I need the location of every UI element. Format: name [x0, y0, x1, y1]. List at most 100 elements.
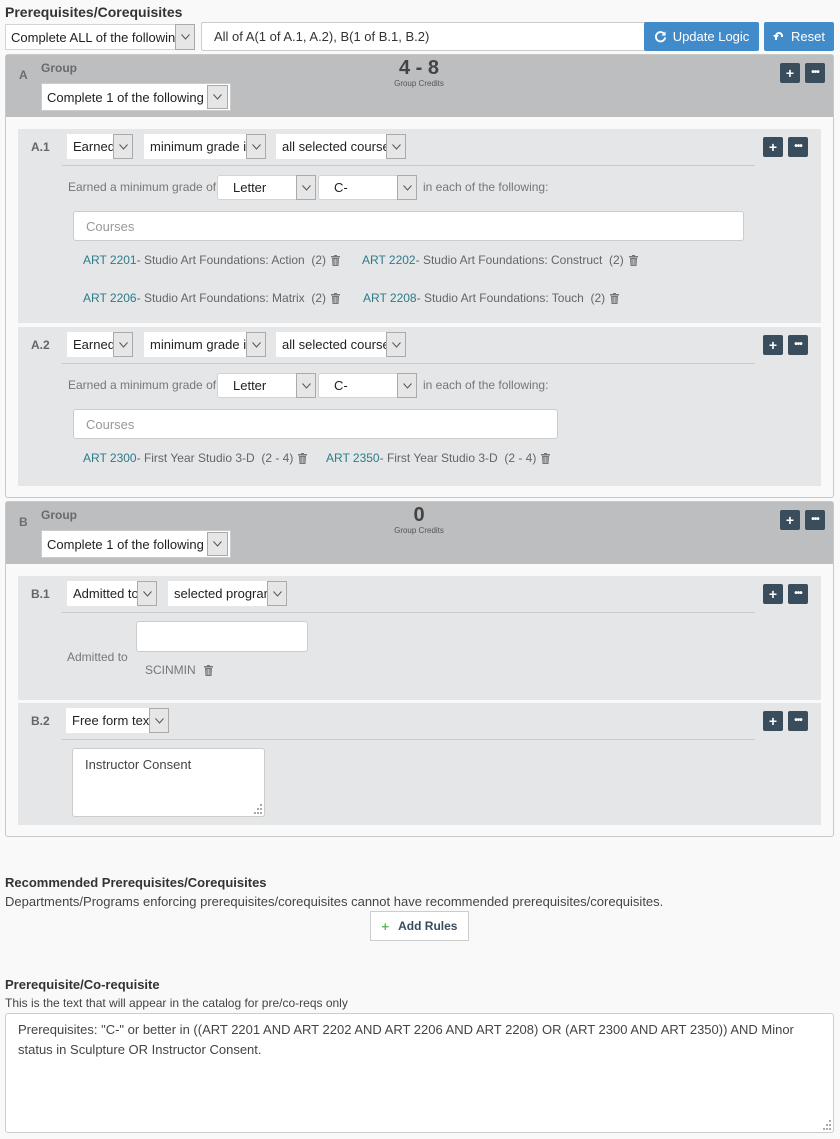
- plus-icon: +: [768, 139, 778, 155]
- chevron-down-icon: [207, 532, 228, 556]
- rule-a2-id: A.2: [31, 338, 50, 352]
- rule-b1-more-button[interactable]: •••: [788, 584, 808, 604]
- rule-a1-courses-input[interactable]: Courses: [73, 211, 744, 241]
- course-title: - First Year Studio 3-D: [379, 451, 498, 465]
- course-item: ART 2350 - First Year Studio 3-D (2 - 4): [326, 451, 551, 465]
- rule-a2-grade-suffix: in each of the following:: [423, 378, 549, 392]
- trash-icon[interactable]: [331, 254, 341, 266]
- trash-icon[interactable]: [541, 452, 551, 464]
- update-logic-label: Update Logic: [672, 29, 750, 44]
- catalog-text-area[interactable]: Prerequisites: "C-" or better in ((ART 2…: [5, 1013, 834, 1133]
- rule-a1-grade-type-select[interactable]: Letter: [217, 175, 316, 200]
- course-code-link[interactable]: ART 2300: [83, 451, 137, 465]
- rule-a2-scope-select[interactable]: all selected courses: [276, 332, 406, 357]
- group-a-title: Group: [41, 61, 77, 75]
- logic-text-input[interactable]: All of A(1 of A.1, A.2), B(1 of B.1, B.2…: [201, 22, 646, 51]
- chevron-down-icon: [113, 134, 133, 159]
- rule-a1-condition-select[interactable]: minimum grade in: [144, 134, 266, 159]
- group-b-credits: 0: [413, 504, 425, 526]
- group-a-select-value: Complete 1 of the following: [47, 89, 204, 105]
- group-b-more-button[interactable]: •••: [805, 510, 825, 530]
- course-title: - Studio Art Foundations: Construct: [415, 253, 603, 267]
- trash-icon[interactable]: [331, 292, 341, 304]
- refresh-icon: [654, 31, 666, 43]
- add-rules-label: Add Rules: [398, 919, 458, 933]
- chevron-down-icon: [397, 175, 417, 200]
- course-credits: (2): [311, 291, 327, 305]
- courses-placeholder: Courses: [86, 416, 135, 432]
- trash-icon[interactable]: [610, 292, 620, 304]
- rule-a1-type-select[interactable]: Earned: [67, 134, 133, 159]
- rule-b2-type-select[interactable]: Free form text: [66, 708, 169, 733]
- group-b-select[interactable]: Complete 1 of the following: [41, 530, 231, 558]
- rule-b1-condition-select[interactable]: selected program: [168, 581, 287, 606]
- plus-icon: +: [785, 65, 795, 81]
- rule-a1-grade-value: C-: [334, 180, 348, 195]
- rule-b1-add-button[interactable]: +: [763, 584, 783, 604]
- course-code-link[interactable]: ART 2202: [362, 253, 416, 267]
- rule-b1-id: B.1: [31, 587, 50, 601]
- group-a-more-button[interactable]: •••: [805, 63, 825, 83]
- plus-icon: +: [768, 337, 778, 353]
- divider: [62, 739, 755, 740]
- rule-b1-type-select[interactable]: Admitted to: [67, 581, 157, 606]
- group-a-select[interactable]: Complete 1 of the following: [41, 83, 231, 111]
- rule-a2-grade-type-value: Letter: [233, 378, 267, 393]
- ellipsis-icon: •••: [794, 588, 802, 599]
- rule-b2-add-button[interactable]: +: [763, 711, 783, 731]
- course-code-link[interactable]: ART 2350: [326, 451, 380, 465]
- chevron-down-icon: [149, 708, 169, 733]
- rule-b2-text-area[interactable]: Instructor Consent: [72, 748, 265, 817]
- rule-a1-more-button[interactable]: •••: [788, 137, 808, 157]
- group-b-add-button[interactable]: +: [780, 510, 800, 530]
- course-code-link[interactable]: ART 2208: [363, 291, 417, 305]
- course-item: ART 2202 - Studio Art Foundations: Const…: [362, 253, 638, 267]
- rule-b2-id: B.2: [31, 714, 50, 728]
- trash-icon[interactable]: [628, 254, 638, 266]
- logic-select[interactable]: Complete ALL of the following: [5, 24, 195, 50]
- rule-a1-scope-select[interactable]: all selected courses: [276, 134, 406, 159]
- ellipsis-icon: •••: [794, 141, 802, 152]
- resize-handle-icon[interactable]: [252, 804, 262, 814]
- course-item: ART 2201 - Studio Art Foundations: Actio…: [83, 253, 341, 267]
- plus-icon: +: [381, 918, 390, 934]
- chevron-down-icon: [246, 332, 266, 357]
- plus-icon: +: [768, 586, 778, 602]
- reset-button[interactable]: Reset: [764, 22, 834, 51]
- group-b-credits-label: Group Credits: [394, 526, 444, 535]
- course-code-link[interactable]: ART 2201: [83, 253, 137, 267]
- recommended-note: Departments/Programs enforcing prerequis…: [5, 894, 664, 909]
- add-rules-button[interactable]: + Add Rules: [370, 911, 469, 941]
- rule-a1-grade-suffix: in each of the following:: [423, 180, 549, 194]
- group-a-id: A: [19, 68, 28, 82]
- program-item: SCINMIN: [145, 663, 213, 677]
- rule-a1-grade-prefix: Earned a minimum grade of: [68, 180, 217, 194]
- rule-a2-add-button[interactable]: +: [763, 335, 783, 355]
- trash-icon[interactable]: [203, 664, 213, 676]
- rule-a2-more-button[interactable]: •••: [788, 335, 808, 355]
- rule-a2-condition-select[interactable]: minimum grade in: [144, 332, 266, 357]
- resize-handle-icon[interactable]: [821, 1120, 831, 1130]
- group-a-add-button[interactable]: +: [780, 63, 800, 83]
- rule-b2-more-button[interactable]: •••: [788, 711, 808, 731]
- course-item: ART 2300 - First Year Studio 3-D (2 - 4): [83, 451, 308, 465]
- rule-a1-condition-value: minimum grade in: [150, 139, 254, 154]
- catalog-text: Prerequisites: "C-" or better in ((ART 2…: [18, 1022, 794, 1057]
- divider: [62, 165, 755, 166]
- rule-a2-courses-input[interactable]: Courses: [73, 409, 558, 439]
- rule-a2-type-select[interactable]: Earned: [67, 332, 133, 357]
- course-title: - Studio Art Foundations: Touch: [416, 291, 584, 305]
- course-code-link[interactable]: ART 2206: [83, 291, 137, 305]
- chevron-down-icon: [113, 332, 133, 357]
- rule-a1-add-button[interactable]: +: [763, 137, 783, 157]
- rule-a2-grade-value-select[interactable]: C-: [318, 373, 417, 398]
- rule-a2-grade-type-select[interactable]: Letter: [217, 373, 316, 398]
- course-credits: (2): [590, 291, 606, 305]
- update-logic-button[interactable]: Update Logic: [644, 22, 759, 51]
- rule-a1-grade-value-select[interactable]: C-: [318, 175, 417, 200]
- page-title: Prerequisites/Corequisites: [5, 4, 183, 20]
- trash-icon[interactable]: [298, 452, 308, 464]
- chevron-down-icon: [175, 24, 195, 50]
- course-title: - First Year Studio 3-D: [136, 451, 255, 465]
- rule-b1-program-input[interactable]: [136, 621, 308, 652]
